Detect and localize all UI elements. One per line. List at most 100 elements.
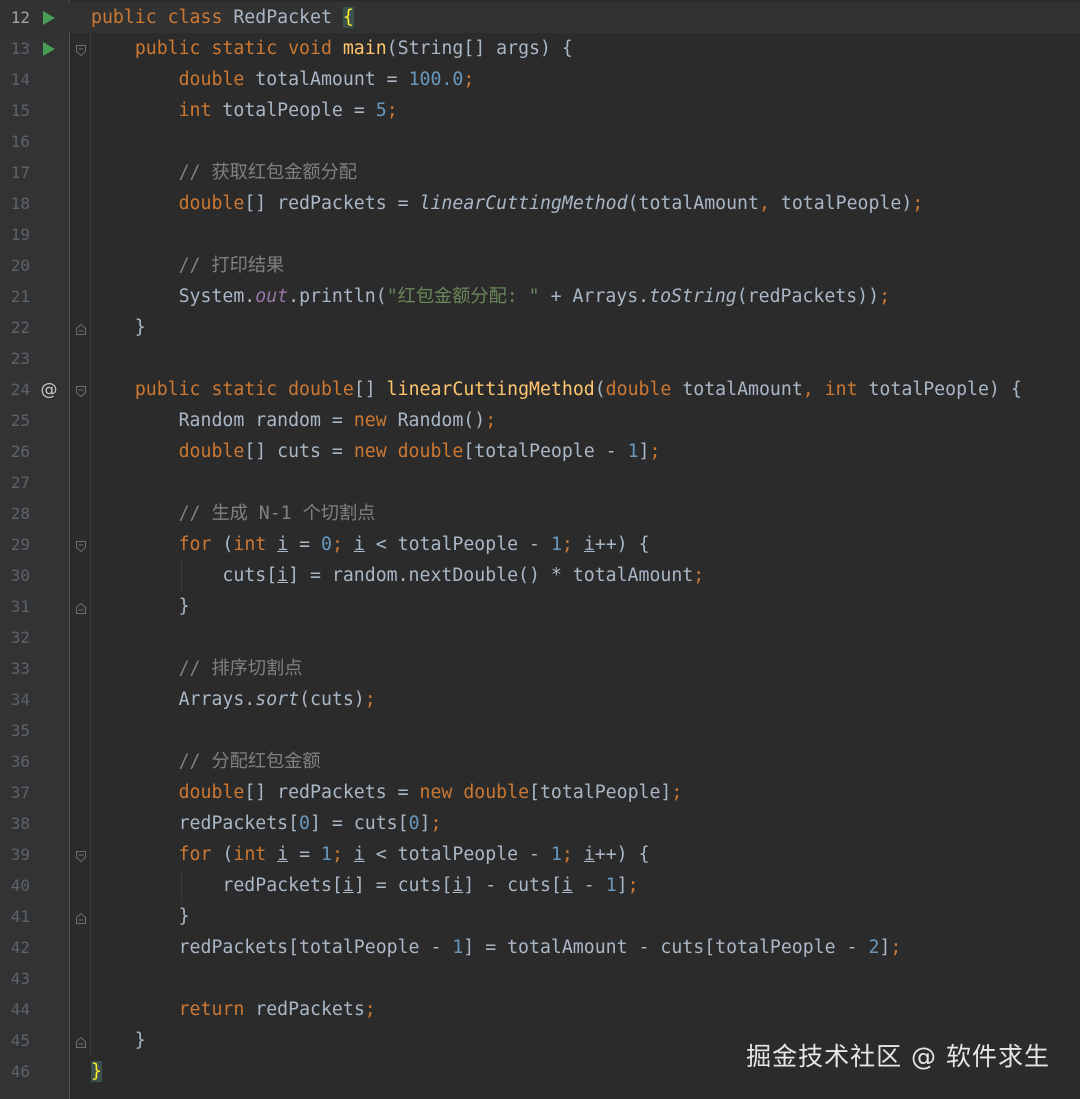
line-number: 25 bbox=[10, 411, 30, 430]
line-number: 36 bbox=[10, 752, 30, 771]
code-token: new bbox=[353, 410, 398, 431]
code-token: ; bbox=[912, 193, 924, 214]
code-text: double[] cuts = new double[totalPeople -… bbox=[91, 436, 661, 467]
fold-open-icon[interactable] bbox=[75, 848, 87, 863]
code-editor[interactable]: 12 public class RedPacket {13 public stat… bbox=[0, 0, 1080, 1099]
code-token: totalPeople) bbox=[780, 193, 913, 214]
code-text: public class RedPacket { bbox=[91, 2, 354, 33]
code-token: (String[] args) { bbox=[386, 38, 573, 59]
fold-close-icon[interactable] bbox=[75, 910, 87, 924]
code-token: ; bbox=[627, 875, 639, 896]
code-text: } bbox=[91, 1025, 146, 1056]
code-token: int bbox=[233, 844, 278, 865]
code-text: // 排序切割点 bbox=[91, 653, 303, 684]
code-token: System. bbox=[178, 286, 256, 307]
code-line[interactable]: 26 double[] cuts = new double[totalPeopl… bbox=[0, 436, 1080, 467]
code-line[interactable]: 24 @ public static double[] linearCutting… bbox=[0, 374, 1080, 405]
code-line[interactable]: 36 // 分配红包金额 bbox=[0, 746, 1080, 777]
code-token: 1 bbox=[550, 534, 562, 555]
code-token: redPackets[ bbox=[91, 875, 343, 896]
code-line[interactable]: 21 System.out.println("红包金额分配: " + Array… bbox=[0, 281, 1080, 312]
code-text: // 打印结果 bbox=[91, 250, 285, 281]
code-line[interactable]: 34 Arrays.sort(cuts); bbox=[0, 684, 1080, 715]
code-token: totalPeople = bbox=[222, 100, 376, 121]
line-number: 33 bbox=[10, 659, 30, 678]
code-line[interactable]: 27 bbox=[0, 467, 1080, 498]
code-line[interactable]: 44 return redPackets; bbox=[0, 994, 1080, 1025]
code-text: } bbox=[91, 1056, 102, 1087]
code-line[interactable]: 41 } bbox=[0, 901, 1080, 932]
code-text: for (int i = 1; i < totalPeople - 1; i++… bbox=[91, 839, 650, 870]
code-line[interactable]: 30 cuts[i] = random.nextDouble() * total… bbox=[0, 560, 1080, 591]
fold-open-icon[interactable] bbox=[75, 538, 87, 553]
code-line[interactable]: 42 redPackets[totalPeople - 1] = totalAm… bbox=[0, 932, 1080, 963]
override-icon[interactable]: @ bbox=[38, 374, 60, 405]
code-token: ++) { bbox=[594, 844, 650, 865]
code-token: ; bbox=[890, 937, 902, 958]
code-line[interactable]: 43 bbox=[0, 963, 1080, 994]
line-number: 15 bbox=[10, 101, 30, 120]
code-token: } bbox=[91, 596, 190, 617]
code-token: ] - cuts[ bbox=[463, 875, 562, 896]
code-token: 1 bbox=[452, 937, 464, 958]
code-token: totalAmount = bbox=[255, 69, 409, 90]
code-text: redPackets[0] = cuts[0]; bbox=[91, 808, 442, 839]
fold-open-icon[interactable] bbox=[75, 42, 87, 57]
code-line[interactable]: 40 redPackets[i] = cuts[i] - cuts[i - 1]… bbox=[0, 870, 1080, 901]
code-line[interactable]: 17 // 获取红包金额分配 bbox=[0, 157, 1080, 188]
code-line[interactable]: 28 // 生成 N-1 个切割点 bbox=[0, 498, 1080, 529]
code-token: ; bbox=[561, 534, 584, 555]
code-token: totalPeople) { bbox=[868, 379, 1022, 400]
code-token: } bbox=[91, 1061, 102, 1082]
code-line[interactable]: 19 bbox=[0, 219, 1080, 250]
code-token: i bbox=[277, 534, 289, 555]
code-line[interactable]: 14 double totalAmount = 100.0; bbox=[0, 64, 1080, 95]
code-line[interactable]: 31 } bbox=[0, 591, 1080, 622]
code-line[interactable]: 23 bbox=[0, 343, 1080, 374]
code-token: - bbox=[572, 875, 606, 896]
code-token: sort bbox=[255, 689, 300, 710]
fold-open-icon[interactable] bbox=[75, 383, 87, 398]
fold-close-icon[interactable] bbox=[75, 1034, 87, 1048]
run-icon[interactable] bbox=[38, 33, 60, 64]
code-token: RedPacket bbox=[233, 7, 343, 28]
line-number: 16 bbox=[10, 132, 30, 151]
code-line[interactable]: 12 public class RedPacket { bbox=[0, 2, 1080, 33]
code-token: ; bbox=[561, 844, 584, 865]
code-token: (cuts) bbox=[299, 689, 365, 710]
code-line[interactable]: 13 public static void main(String[] args… bbox=[0, 33, 1080, 64]
code-line[interactable]: 16 bbox=[0, 126, 1080, 157]
code-line[interactable]: 20 // 打印结果 bbox=[0, 250, 1080, 281]
line-number: 46 bbox=[10, 1062, 30, 1081]
code-line[interactable]: 25 Random random = new Random(); bbox=[0, 405, 1080, 436]
code-line[interactable]: 35 bbox=[0, 715, 1080, 746]
code-token: + Arrays. bbox=[539, 286, 650, 307]
code-line[interactable]: 29 for (int i = 0; i < totalPeople - 1; … bbox=[0, 529, 1080, 560]
code-token: 0 bbox=[299, 813, 310, 834]
code-token: 0 bbox=[321, 534, 332, 555]
code-line[interactable]: 33 // 排序切割点 bbox=[0, 653, 1080, 684]
fold-close-icon[interactable] bbox=[75, 600, 87, 614]
code-text: redPackets[i] = cuts[i] - cuts[i - 1]; bbox=[91, 870, 639, 901]
fold-close-icon[interactable] bbox=[75, 321, 87, 335]
code-line[interactable]: 22 } bbox=[0, 312, 1080, 343]
run-icon[interactable] bbox=[38, 2, 60, 33]
code-token: "红包金额分配: " bbox=[386, 286, 540, 307]
code-text: public static double[] linearCuttingMeth… bbox=[91, 374, 1022, 405]
code-line[interactable]: 32 bbox=[0, 622, 1080, 653]
code-token: < totalPeople - bbox=[364, 844, 551, 865]
code-line[interactable]: 15 int totalPeople = 5; bbox=[0, 95, 1080, 126]
line-number: 21 bbox=[10, 287, 30, 306]
code-line[interactable]: 37 double[] redPackets = new double[tota… bbox=[0, 777, 1080, 808]
code-line[interactable]: 18 double[] redPackets = linearCuttingMe… bbox=[0, 188, 1080, 219]
code-token: ; bbox=[364, 689, 376, 710]
code-line[interactable]: 39 for (int i = 1; i < totalPeople - 1; … bbox=[0, 839, 1080, 870]
code-line[interactable]: 38 redPackets[0] = cuts[0]; bbox=[0, 808, 1080, 839]
code-token: // 打印结果 bbox=[178, 255, 285, 276]
